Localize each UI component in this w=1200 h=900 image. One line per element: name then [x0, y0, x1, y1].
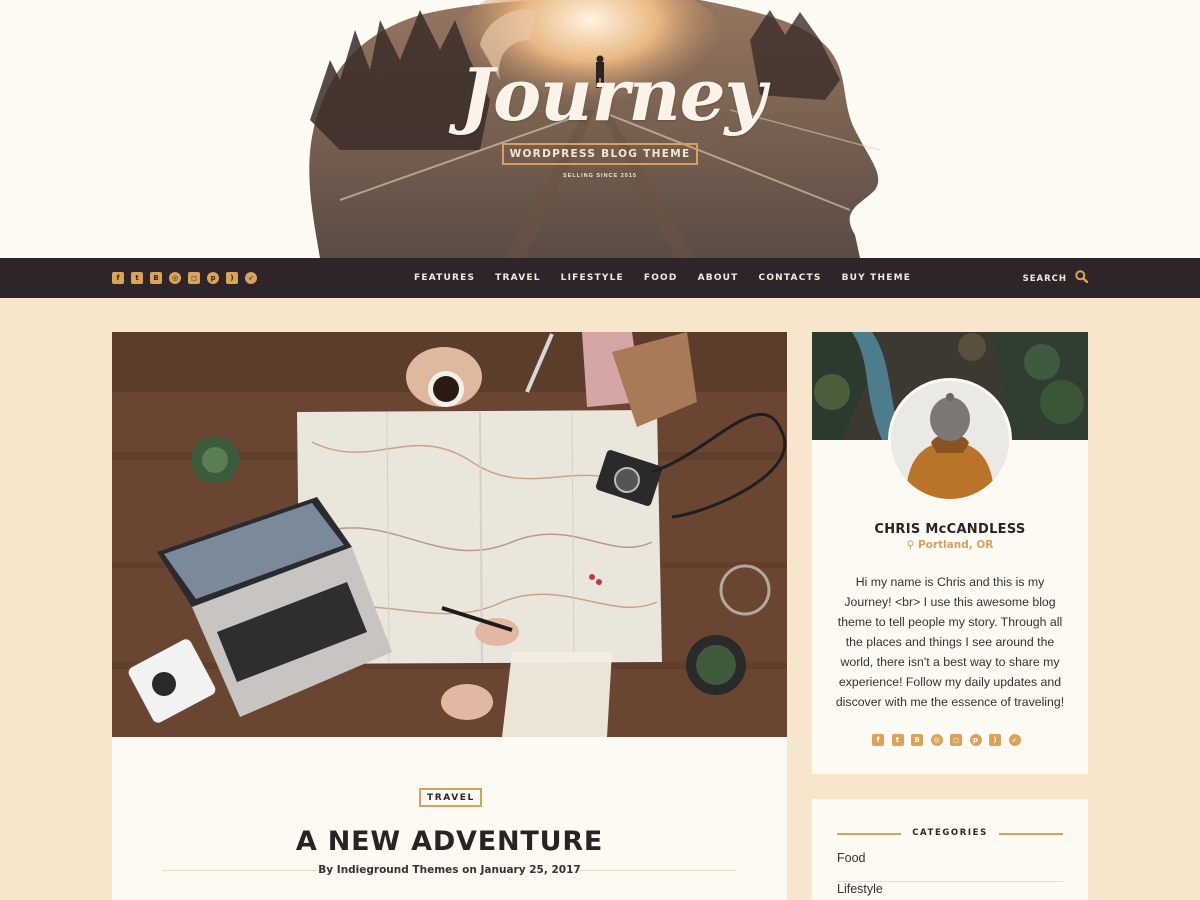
pinterest-icon[interactable]: p: [207, 272, 219, 284]
nav-item-buy-theme[interactable]: BUY THEME: [832, 273, 922, 283]
site-header: Journey WORDPRESS BLOG THEME SELLING SIN…: [0, 0, 1200, 258]
nav-item-travel[interactable]: TRAVEL: [485, 273, 550, 283]
post-category-tag[interactable]: TRAVEL: [419, 788, 482, 807]
instagram-icon[interactable]: ◻: [950, 734, 962, 746]
facebook-icon[interactable]: f: [112, 272, 124, 284]
logo-title: Journey: [460, 52, 766, 137]
twitter-icon[interactable]: t: [131, 272, 143, 284]
nav-menu: FEATURES TRAVEL LIFESTYLE FOOD ABOUT CON…: [404, 258, 921, 298]
location-pin-icon: ⚲: [906, 539, 918, 551]
categories-heading: CATEGORIES: [912, 828, 988, 838]
nav-item-lifestyle[interactable]: LIFESTYLE: [551, 273, 634, 283]
post-title[interactable]: A NEW ADVENTURE: [112, 826, 787, 857]
rss-icon[interactable]: ): [989, 734, 1001, 746]
category-item-lifestyle[interactable]: Lifestyle: [837, 882, 1063, 900]
profile-name: CHRIS McCANDLESS: [874, 522, 1026, 537]
nav-item-about[interactable]: ABOUT: [688, 273, 749, 283]
featured-post-card: TRAVEL A NEW ADVENTURE By Indieground Th…: [112, 332, 787, 900]
dribbble-icon[interactable]: ◎: [169, 272, 181, 284]
search-button[interactable]: SEARCH: [1022, 270, 1089, 288]
behance-icon[interactable]: B: [911, 734, 923, 746]
search-icon: [1075, 270, 1089, 288]
profile-bio: Hi my name is Chris and this is my Journ…: [835, 575, 1065, 709]
logo-tagline: SELLING SINCE 2015: [563, 173, 637, 179]
pinterest-icon[interactable]: p: [969, 734, 982, 746]
avatar: [888, 378, 1012, 502]
profile-social-links: f t B ◎ ◻ p ) ➶: [872, 734, 1021, 746]
site-logo[interactable]: Journey WORDPRESS BLOG THEME SELLING SIN…: [460, 52, 766, 180]
category-item-food[interactable]: Food: [837, 851, 1063, 882]
logo-subtitle: WORDPRESS BLOG THEME: [501, 143, 699, 165]
main-navigation: f t B ◎ ◻ p ) ➶ FEATURES TRAVEL LIFESTYL…: [0, 258, 1200, 298]
profile-location: ⚲ Portland, OR: [812, 539, 1088, 551]
facebook-icon[interactable]: f: [872, 734, 884, 746]
behance-icon[interactable]: B: [150, 272, 162, 284]
rss-icon[interactable]: ): [226, 272, 238, 284]
compass-icon[interactable]: ➶: [1008, 734, 1021, 746]
twitter-icon[interactable]: t: [891, 734, 904, 746]
instagram-icon[interactable]: ◻: [188, 272, 200, 284]
profile-location-text: Portland, OR: [917, 539, 994, 551]
nav-item-features[interactable]: FEATURES: [404, 273, 485, 283]
categories-widget: CATEGORIES Food Lifestyle: [812, 799, 1088, 900]
nav-social-links: f t B ◎ ◻ p ) ➶: [112, 272, 257, 284]
search-label: SEARCH: [1022, 274, 1067, 284]
nav-item-contacts[interactable]: CONTACTS: [749, 273, 832, 283]
author-profile-widget: CHRIS McCANDLESS ⚲ Portland, OR Hi my na…: [812, 332, 1088, 774]
post-featured-image[interactable]: [112, 332, 787, 737]
post-meta: By Indieground Themes on January 25, 201…: [318, 864, 581, 876]
compass-icon[interactable]: ➶: [245, 272, 257, 284]
nav-item-food[interactable]: FOOD: [634, 273, 688, 283]
dribbble-icon[interactable]: ◎: [930, 734, 943, 746]
